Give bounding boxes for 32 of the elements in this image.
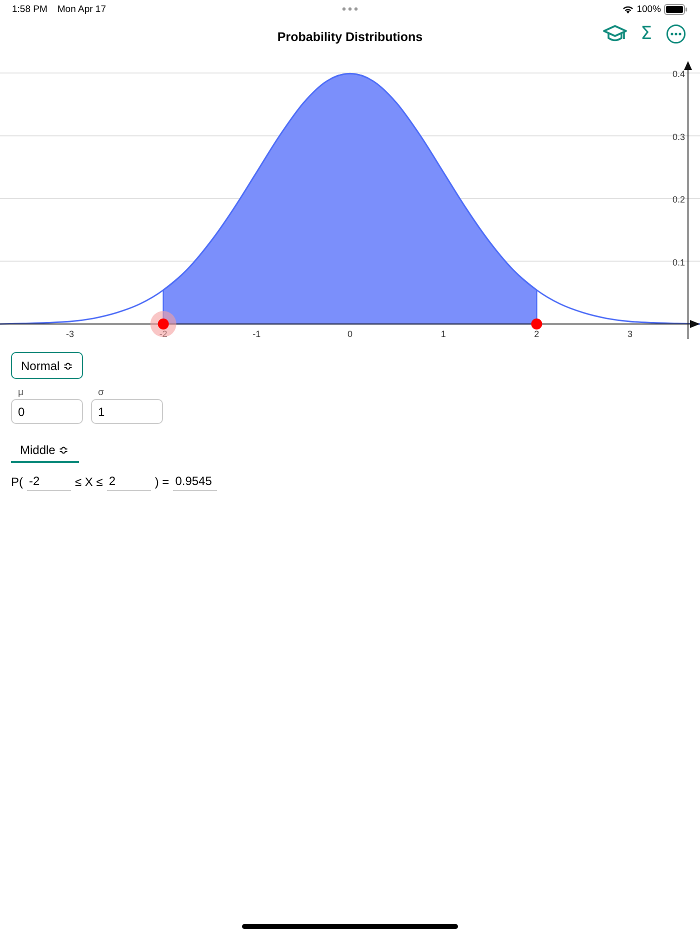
parameter-label: σ [97, 387, 105, 399]
inequality-text: ≤ X ≤ [75, 474, 103, 488]
multitask-dots-icon[interactable] [342, 7, 358, 11]
x-tick-label: -2 [159, 329, 168, 339]
parameter-field[interactable]: 1 [91, 399, 163, 424]
probability-prefix: P( [11, 474, 23, 488]
sum-button[interactable]: Σ [640, 24, 652, 44]
parameter-field[interactable]: 0 [11, 399, 83, 424]
x-tick-label: 2 [534, 329, 540, 339]
y-tick-label: 0.2 [672, 194, 685, 204]
battery-icon [664, 4, 688, 14]
parameter-label: μ [17, 387, 24, 399]
graduation-cap-icon[interactable] [602, 24, 627, 44]
status-date: Mon Apr 17 [57, 4, 106, 14]
nav-title: Probability Distributions [277, 30, 423, 44]
tail-mode-dropdown[interactable]: Middle ≎ [11, 439, 79, 463]
x-tick-label: 1 [440, 329, 446, 339]
wifi-icon [622, 4, 634, 14]
equals-text: ) = [154, 474, 170, 488]
more-icon[interactable] [666, 24, 686, 44]
bound-handle[interactable] [150, 311, 176, 337]
battery-percent: 100% [636, 4, 661, 14]
y-tick-label: 0.4 [672, 69, 685, 79]
status-time: 1:58 PM [12, 4, 48, 14]
y-tick-label: 0.1 [672, 257, 685, 268]
x-tick-label: 3 [628, 329, 632, 339]
x-tick-label: 0 [348, 329, 352, 339]
x-tick-label: -1 [252, 329, 261, 339]
distribution-dropdown[interactable]: Normal ≎ [11, 352, 84, 379]
y-tick-label: 0.3 [672, 132, 685, 142]
x-tick-label: -3 [66, 329, 74, 339]
bound-handle[interactable] [531, 318, 542, 330]
